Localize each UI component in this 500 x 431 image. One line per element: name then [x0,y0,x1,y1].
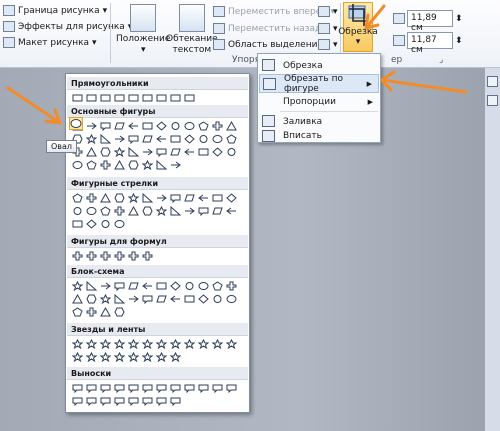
annotation-overlay [6,4,468,125]
annotation-arrow [380,78,468,94]
annotation-arrow [6,86,62,125]
